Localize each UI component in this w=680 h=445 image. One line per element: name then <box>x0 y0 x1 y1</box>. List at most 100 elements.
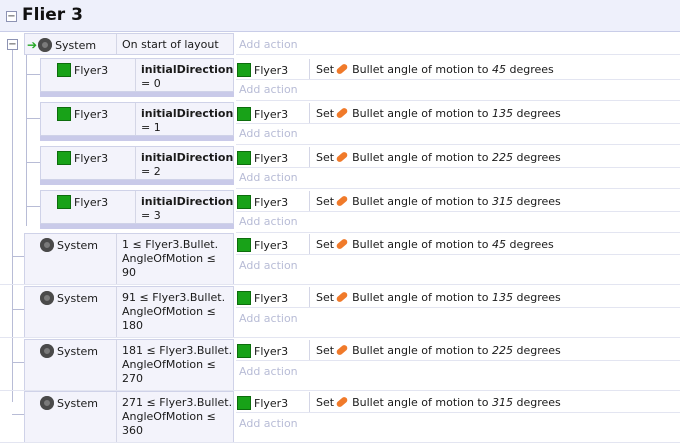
condition-line-3: 90 <box>122 266 136 279</box>
action-prefix: Set <box>316 63 335 76</box>
action-object[interactable]: Flyer3 <box>237 344 288 358</box>
separator <box>116 34 117 54</box>
action-description: Bullet angle of motion to <box>352 107 489 120</box>
sprite-object-icon <box>57 195 71 209</box>
row-divider <box>236 307 680 308</box>
action-unit: degrees <box>509 238 554 251</box>
action-unit: degrees <box>516 195 561 208</box>
separator <box>135 59 136 91</box>
row-divider <box>236 144 680 145</box>
action-text[interactable]: Set Bullet angle of motion to 45 degrees <box>316 237 554 251</box>
action-description: Bullet angle of motion to <box>352 291 489 304</box>
event-divider <box>0 284 680 285</box>
tree-line-main <box>12 50 13 402</box>
sprite-object-icon <box>237 396 251 410</box>
object-name: Flyer3 <box>74 196 109 209</box>
action-object[interactable]: Flyer3 <box>237 238 288 252</box>
add-action-link[interactable]: Add action <box>239 365 298 378</box>
tree-branch <box>26 118 40 119</box>
condition-line-2: AngleOfMotion ≤ <box>122 358 216 371</box>
separator <box>135 147 136 179</box>
object-name: System <box>57 239 99 252</box>
condition-line-3: 270 <box>122 372 143 385</box>
tree-branch <box>12 414 24 415</box>
object-name: System <box>55 39 97 52</box>
sprite-object-icon <box>237 63 251 77</box>
action-object[interactable]: Flyer3 <box>237 195 288 209</box>
add-action-link[interactable]: Add action <box>239 259 298 272</box>
condition-object: System <box>40 396 98 410</box>
row-divider <box>236 167 680 168</box>
bullet-behavior-icon <box>335 395 349 409</box>
separator <box>116 392 117 442</box>
row-divider <box>236 123 680 124</box>
action-text[interactable]: Set Bullet angle of motion to 225 degrees <box>316 343 561 357</box>
sub-event-bar <box>40 136 234 141</box>
action-object[interactable]: Flyer3 <box>237 151 288 165</box>
action-prefix: Set <box>316 238 335 251</box>
condition-line-2: AngleOfMotion ≤ <box>122 410 216 423</box>
sprite-object-icon <box>237 238 251 252</box>
bullet-behavior-icon <box>335 290 349 304</box>
condition-object: System <box>40 291 98 305</box>
action-object[interactable]: Flyer3 <box>237 396 288 410</box>
sprite-object-icon <box>237 107 251 121</box>
sprite-object-icon <box>57 107 71 121</box>
sub-event-bar <box>40 92 234 97</box>
action-object[interactable]: Flyer3 <box>237 291 288 305</box>
action-text[interactable]: Set Bullet angle of motion to 315 degrees <box>316 194 561 208</box>
object-name: Flyer3 <box>74 64 109 77</box>
object-name: Flyer3 <box>74 108 109 121</box>
add-action-link[interactable]: Add action <box>239 83 298 96</box>
action-text[interactable]: Set Bullet angle of motion to 315 degrees <box>316 395 561 409</box>
add-action-link[interactable]: Add action <box>239 417 298 430</box>
condition-line-1: 181 ≤ Flyer3.Bullet. <box>122 344 233 357</box>
action-unit: degrees <box>516 291 561 304</box>
separator <box>116 340 117 390</box>
sub-event-bar <box>40 180 234 185</box>
action-object[interactable]: Flyer3 <box>237 63 288 77</box>
condition-compare: = 0 <box>141 77 161 90</box>
action-text[interactable]: Set Bullet angle of motion to 45 degrees <box>316 62 554 76</box>
bullet-behavior-icon <box>335 343 349 357</box>
condition-line-1: 91 ≤ Flyer3.Bullet. <box>122 291 226 304</box>
action-text[interactable]: Set Bullet angle of motion to 135 degrees <box>316 106 561 120</box>
separator <box>116 287 117 337</box>
sprite-object-icon <box>237 151 251 165</box>
separator <box>309 392 310 412</box>
system-gear-icon <box>40 396 54 410</box>
object-name: System <box>57 345 99 358</box>
condition-line-3: 180 <box>122 319 143 332</box>
tree-branch <box>12 256 24 257</box>
add-action-link[interactable]: Add action <box>239 215 298 228</box>
action-description: Bullet angle of motion to <box>352 151 489 164</box>
separator <box>309 340 310 360</box>
add-action-link[interactable]: Add action <box>239 38 298 51</box>
row-divider <box>236 54 680 55</box>
tree-branch <box>26 162 40 163</box>
trigger-arrow-icon: ➔ <box>27 38 38 52</box>
action-object[interactable]: Flyer3 <box>237 107 288 121</box>
object-name: Flyer3 <box>254 196 289 209</box>
row-divider <box>236 412 680 413</box>
object-name: System <box>57 292 99 305</box>
separator <box>116 234 117 284</box>
condition-compare: = 1 <box>141 121 161 134</box>
action-text[interactable]: Set Bullet angle of motion to 225 degrees <box>316 150 561 164</box>
action-description: Bullet angle of motion to <box>352 195 489 208</box>
action-unit: degrees <box>509 63 554 76</box>
action-value: 45 <box>491 63 506 76</box>
condition-line-1: 271 ≤ Flyer3.Bullet. <box>122 396 233 409</box>
add-action-link[interactable]: Add action <box>239 127 298 140</box>
separator <box>309 147 310 167</box>
system-gear-icon <box>40 291 54 305</box>
action-text[interactable]: Set Bullet angle of motion to 135 degrees <box>316 290 561 304</box>
add-action-link[interactable]: Add action <box>239 312 298 325</box>
group-collapse-toggle[interactable]: − <box>6 11 17 22</box>
condition-object: System <box>40 344 98 358</box>
group-title: Flier 3 <box>22 5 83 25</box>
event-collapse-toggle[interactable]: − <box>7 39 18 50</box>
action-description: Bullet angle of motion to <box>352 396 489 409</box>
add-action-link[interactable]: Add action <box>239 171 298 184</box>
action-description: Bullet angle of motion to <box>352 63 489 76</box>
